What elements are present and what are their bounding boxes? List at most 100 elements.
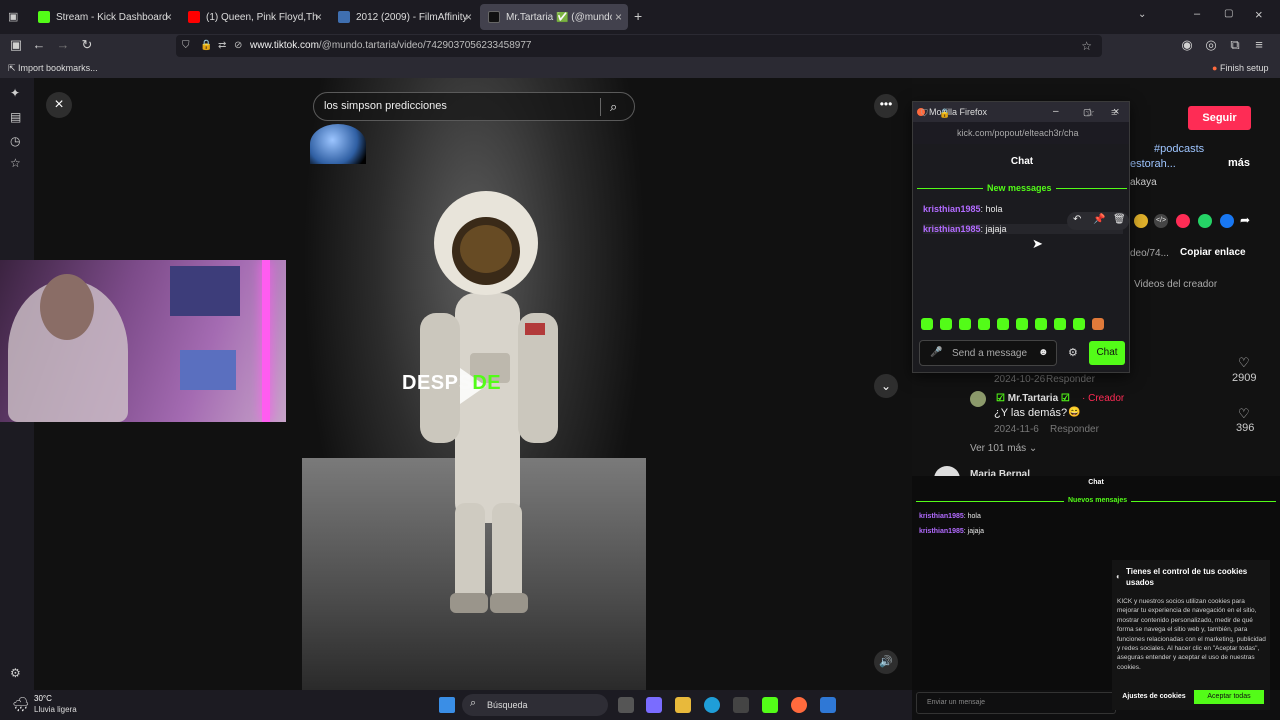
copilot-icon[interactable] bbox=[646, 697, 662, 713]
extensions-icon[interactable]: ⧉ bbox=[1226, 37, 1244, 53]
close-tab-icon[interactable]: × bbox=[615, 10, 622, 24]
chat-input[interactable]: 🎤 Send a message ☻ bbox=[919, 340, 1057, 366]
chat-username[interactable]: kristhian1985 bbox=[923, 204, 981, 214]
tracking-icon[interactable]: ⊘ bbox=[234, 35, 242, 57]
emoji-picker-icon[interactable]: ☻ bbox=[1038, 347, 1049, 358]
reply-link[interactable]: Responder bbox=[1050, 424, 1099, 435]
emote-icon[interactable] bbox=[997, 318, 1009, 330]
follow-button[interactable]: Seguir bbox=[1188, 106, 1251, 130]
more-replies-link[interactable]: Ver 101 más ⌄ bbox=[970, 443, 1037, 454]
embed-icon[interactable]: </> bbox=[1154, 214, 1168, 228]
close-video-button[interactable]: × bbox=[46, 92, 72, 118]
more-options-button[interactable]: ••• bbox=[874, 94, 898, 118]
creator-videos-tab[interactable]: Videos del creador bbox=[1134, 279, 1217, 290]
history-icon[interactable]: ◷ bbox=[10, 134, 20, 148]
more-link[interactable]: más bbox=[1228, 157, 1250, 169]
bookmark-star-icon[interactable]: ☆ bbox=[1081, 35, 1092, 57]
forward-icon[interactable]: → bbox=[54, 37, 72, 52]
search-icon[interactable]: ⌕ bbox=[610, 93, 617, 120]
account-icon[interactable]: ◎ bbox=[1202, 37, 1220, 53]
minimize-icon[interactable]: – bbox=[1194, 8, 1200, 20]
delete-icon[interactable]: 🗑 bbox=[1113, 214, 1126, 225]
share-red-icon[interactable] bbox=[1176, 214, 1190, 228]
microphone-icon[interactable]: 🎤 bbox=[930, 347, 942, 358]
finish-setup-link[interactable]: ● Finish setup bbox=[1212, 63, 1268, 73]
chat-message[interactable]: kristhian1985: hola bbox=[919, 513, 981, 520]
popup-url-bar[interactable]: ⛉ 🔒 kick.com/popout/elteach3r/cha ☆ ≡ bbox=[913, 107, 1129, 144]
cookie-settings-button[interactable]: Ajustes de cookies bbox=[1116, 690, 1192, 704]
settings-icon[interactable]: ⚙ bbox=[10, 666, 21, 680]
reload-icon[interactable]: ↻ bbox=[78, 37, 96, 53]
emote-icon[interactable] bbox=[1016, 318, 1028, 330]
volume-button[interactable]: 🔊 bbox=[874, 650, 898, 674]
emote-icon[interactable] bbox=[921, 318, 933, 330]
edge-icon[interactable] bbox=[704, 697, 720, 713]
accept-cookies-button[interactable]: Aceptar todas bbox=[1194, 690, 1264, 704]
ai-chat-icon[interactable]: ✦ bbox=[10, 86, 20, 100]
maximize-icon[interactable]: ▢ bbox=[1224, 8, 1233, 19]
chat-message[interactable]: kristhian1985: hola bbox=[923, 204, 1003, 214]
close-window-icon[interactable]: × bbox=[1255, 7, 1263, 22]
tab-youtube[interactable]: (1) Queen, Pink Floyd,The Who... × bbox=[180, 4, 328, 30]
chat-message[interactable]: kristhian1985: jajaja bbox=[919, 528, 984, 535]
emote-icon[interactable] bbox=[959, 318, 971, 330]
emote-icon[interactable] bbox=[1054, 318, 1066, 330]
lock-icon[interactable]: 🔒 bbox=[939, 102, 950, 124]
file-explorer-icon[interactable] bbox=[675, 697, 691, 713]
shield-icon[interactable]: ⛉ bbox=[182, 35, 190, 57]
tab-filmaffinity[interactable]: 2012 (2009) - FilmAffinity × bbox=[330, 4, 478, 30]
reply-icon[interactable]: ↶ bbox=[1073, 214, 1081, 225]
pin-icon[interactable]: 📌 bbox=[1093, 214, 1105, 225]
bookmarks-icon[interactable]: ☆ bbox=[10, 156, 21, 170]
list-tabs-icon[interactable]: ⌄ bbox=[1138, 9, 1146, 20]
chat-username[interactable]: kristhian1985 bbox=[919, 513, 964, 520]
whatsapp-icon[interactable] bbox=[1198, 214, 1212, 228]
screenshot-icon[interactable]: ◉ bbox=[1178, 37, 1196, 53]
start-icon[interactable] bbox=[439, 697, 455, 713]
emote-icon[interactable] bbox=[940, 318, 952, 330]
taskbar-search[interactable]: ⌕ Búsqueda bbox=[462, 694, 608, 716]
back-icon[interactable]: ← bbox=[30, 37, 48, 52]
import-bookmarks-link[interactable]: ⇱ Import bookmarks... bbox=[8, 63, 98, 74]
emote-icon[interactable] bbox=[1073, 318, 1085, 330]
copy-link-button[interactable]: Copiar enlace bbox=[1180, 247, 1246, 258]
permissions-icon[interactable]: ⇄ bbox=[218, 35, 226, 57]
lock-icon[interactable]: 🔒 bbox=[200, 35, 212, 57]
sidebar-toggle-icon[interactable]: ▣ bbox=[7, 37, 25, 53]
minimize-icon[interactable]: – bbox=[1053, 102, 1059, 122]
close-tab-icon[interactable]: × bbox=[165, 10, 172, 24]
emote-icon[interactable] bbox=[1092, 318, 1104, 330]
coin-icon[interactable] bbox=[1134, 214, 1148, 228]
send-chat-button[interactable]: Chat bbox=[1089, 341, 1125, 365]
firefox-icon[interactable] bbox=[791, 697, 807, 713]
app-icon[interactable] bbox=[820, 697, 836, 713]
like-icon[interactable]: ♡ bbox=[1238, 355, 1250, 371]
emote-icon[interactable] bbox=[1035, 318, 1047, 330]
facebook-icon[interactable] bbox=[1220, 214, 1234, 228]
shield-icon[interactable]: ⛉ bbox=[921, 102, 928, 124]
next-video-button[interactable]: ⌄ bbox=[874, 374, 898, 398]
new-tab-icon[interactable]: + bbox=[634, 8, 642, 24]
tab-kick-dashboard[interactable]: Stream - Kick Dashboard × bbox=[30, 4, 178, 30]
firefox-view-icon[interactable]: ▣ bbox=[8, 10, 18, 23]
synced-tabs-icon[interactable]: ▤ bbox=[10, 110, 21, 124]
hashtag-link[interactable]: #podcasts bbox=[1154, 143, 1204, 155]
bookmark-star-icon[interactable]: ☆ bbox=[1085, 102, 1095, 124]
close-tab-icon[interactable]: × bbox=[315, 10, 322, 24]
weather-icon[interactable]: 🌧 bbox=[12, 696, 30, 713]
close-tab-icon[interactable]: × bbox=[465, 10, 472, 24]
kick-app-icon[interactable] bbox=[762, 697, 778, 713]
task-view-icon[interactable] bbox=[618, 697, 634, 713]
url-bar[interactable]: ⛉ 🔒 ⇄ ⊘ www.tiktok.com/@mundo.tartaria/v… bbox=[176, 35, 1102, 57]
like-icon[interactable]: ♡ bbox=[1238, 406, 1250, 422]
chat-username[interactable]: kristhian1985 bbox=[923, 224, 981, 234]
tab-tiktok[interactable]: Mr.Tartaria ✅ (@mundo.ta... × bbox=[480, 4, 628, 30]
chat-settings-icon[interactable]: ⚙ bbox=[1068, 346, 1078, 359]
chat-input[interactable]: Enviar un mensaje bbox=[916, 692, 1116, 714]
store-icon[interactable] bbox=[733, 697, 749, 713]
menu-icon[interactable]: ≡ bbox=[1111, 102, 1117, 124]
menu-icon[interactable]: ≡ bbox=[1250, 37, 1268, 52]
comment-username[interactable]: ☑ Mr.Tartaria ☑ bbox=[996, 393, 1070, 404]
chat-username[interactable]: kristhian1985 bbox=[919, 528, 964, 535]
emote-icon[interactable] bbox=[978, 318, 990, 330]
